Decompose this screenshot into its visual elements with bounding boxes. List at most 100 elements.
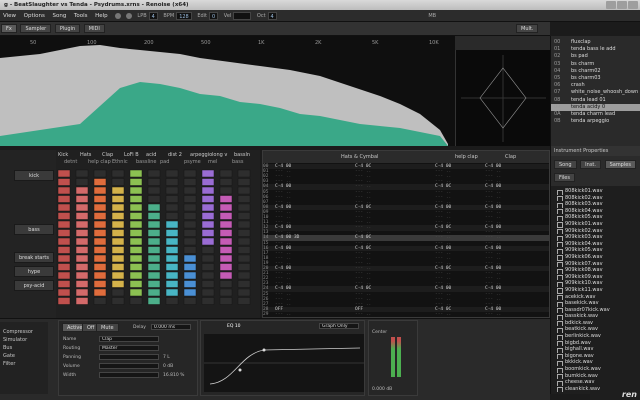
matrix-slot[interactable] [111, 280, 125, 288]
matrix-slot[interactable] [165, 271, 179, 280]
matrix-slot[interactable] [201, 246, 215, 254]
matrix-slot[interactable] [237, 195, 251, 203]
matrix-slot[interactable] [93, 297, 107, 305]
section-hype[interactable]: hype [14, 266, 54, 277]
matrix-slot[interactable] [111, 288, 125, 297]
matrix-slot[interactable] [93, 237, 107, 246]
matrix-slot[interactable] [183, 186, 197, 195]
matrix-slot[interactable] [147, 212, 161, 220]
file-item[interactable]: 808kick05.wav [551, 214, 640, 221]
matrix-slot[interactable] [75, 288, 89, 297]
matrix-slot[interactable] [57, 280, 71, 288]
file-item[interactable]: 808kick04.wav [551, 208, 640, 215]
matrix-slot[interactable] [201, 263, 215, 271]
matrix-slot[interactable] [57, 246, 71, 254]
matrix-slot[interactable] [219, 169, 233, 178]
matrix-slot[interactable] [93, 203, 107, 212]
matrix-slot[interactable] [201, 297, 215, 305]
matrix-slot[interactable] [183, 280, 197, 288]
matrix-slot[interactable] [75, 280, 89, 288]
matrix-slot[interactable] [165, 195, 179, 203]
width-slider[interactable] [99, 372, 159, 378]
matrix-slot[interactable] [183, 237, 197, 246]
matrix-slot[interactable] [147, 229, 161, 237]
velocity-field[interactable] [233, 11, 252, 20]
matrix-slot[interactable] [147, 254, 161, 263]
dsp-device-item[interactable]: Simulator [0, 336, 48, 344]
matrix-slot[interactable] [147, 178, 161, 186]
matrix-slot[interactable] [57, 229, 71, 237]
pattern-row[interactable]: 29 --- .. --- .. --- .. --- .. [263, 312, 549, 317]
file-item[interactable]: basskick.wav [551, 313, 640, 320]
file-item[interactable]: 909kick11.wav [551, 287, 640, 294]
matrix-slot[interactable] [201, 229, 215, 237]
matrix-slot[interactable] [57, 169, 71, 178]
matrix-slot[interactable] [93, 186, 107, 195]
matrix-slot[interactable] [75, 229, 89, 237]
matrix-slot[interactable] [57, 203, 71, 212]
matrix-slot[interactable] [165, 297, 179, 305]
matrix-slot[interactable] [147, 203, 161, 212]
matrix-slot[interactable] [147, 237, 161, 246]
matrix-slot[interactable] [237, 203, 251, 212]
file-item[interactable]: 909kick05.wav [551, 247, 640, 254]
matrix-slot[interactable] [183, 229, 197, 237]
matrix-slot[interactable] [201, 203, 215, 212]
matrix-slot[interactable] [111, 169, 125, 178]
matrix-slot[interactable] [201, 186, 215, 195]
note-cell[interactable]: --- .. [485, 312, 535, 317]
instrument-row[interactable]: 07 white_noise_whoosh_down [551, 89, 640, 96]
matrix-slot[interactable] [75, 220, 89, 229]
matrix-slot[interactable] [165, 263, 179, 271]
matrix-slot[interactable] [111, 254, 125, 263]
track-header-hats[interactable]: Hats & Cymbal [341, 154, 378, 160]
matrix-slot[interactable] [75, 246, 89, 254]
matrix-slot[interactable] [93, 195, 107, 203]
matrix-slot[interactable] [201, 220, 215, 229]
file-item[interactable]: 808kick02.wav [551, 195, 640, 202]
matrix-slot[interactable] [129, 246, 143, 254]
file-item[interactable]: 909kick08.wav [551, 267, 640, 274]
matrix-slot[interactable] [75, 237, 89, 246]
matrix-slot[interactable] [165, 186, 179, 195]
matrix-slot[interactable] [129, 271, 143, 280]
matrix-slot[interactable] [237, 237, 251, 246]
dsp-device-item[interactable]: Bus [0, 344, 48, 352]
matrix-slot[interactable] [57, 297, 71, 305]
matrix-slot[interactable] [75, 263, 89, 271]
matrix-slot[interactable] [165, 229, 179, 237]
matrix-slot[interactable] [147, 263, 161, 271]
stop-icon[interactable] [125, 12, 132, 19]
scope-mode-select[interactable]: Mult. [516, 24, 539, 33]
section-bass[interactable]: bass [14, 224, 54, 235]
tab-files[interactable]: Files [554, 173, 575, 182]
mute-button[interactable]: Mute [96, 323, 119, 332]
matrix-slot[interactable] [165, 203, 179, 212]
matrix-slot[interactable] [219, 212, 233, 220]
matrix-slot[interactable] [165, 280, 179, 288]
tab-sampler[interactable]: Sampler [20, 24, 52, 33]
file-item[interactable]: 808kick01.wav [551, 188, 640, 195]
matrix-slot[interactable] [165, 254, 179, 263]
instrument-row[interactable]: 05 bs charm03 [551, 75, 640, 82]
matrix-slot[interactable] [201, 288, 215, 297]
note-cell[interactable]: --- .. [275, 312, 355, 317]
matrix-slot[interactable] [147, 195, 161, 203]
matrix-slot[interactable] [219, 288, 233, 297]
eq-node[interactable] [262, 348, 266, 352]
matrix-slot[interactable] [237, 186, 251, 195]
file-item[interactable]: 909kick06.wav [551, 254, 640, 261]
file-item[interactable]: berlinkick.wav [551, 333, 640, 340]
matrix-slot[interactable] [129, 212, 143, 220]
matrix-slot[interactable] [129, 220, 143, 229]
menu-tools[interactable]: Tools [71, 10, 91, 21]
matrix-slot[interactable] [57, 271, 71, 280]
menu-song[interactable]: Song [49, 10, 69, 21]
matrix-slot[interactable] [147, 186, 161, 195]
matrix-slot[interactable] [111, 297, 125, 305]
section-kick[interactable]: kick [14, 170, 54, 181]
matrix-slot[interactable] [183, 195, 197, 203]
matrix-slot[interactable] [183, 263, 197, 271]
matrix-slot[interactable] [93, 280, 107, 288]
volume-slider[interactable] [99, 363, 159, 369]
